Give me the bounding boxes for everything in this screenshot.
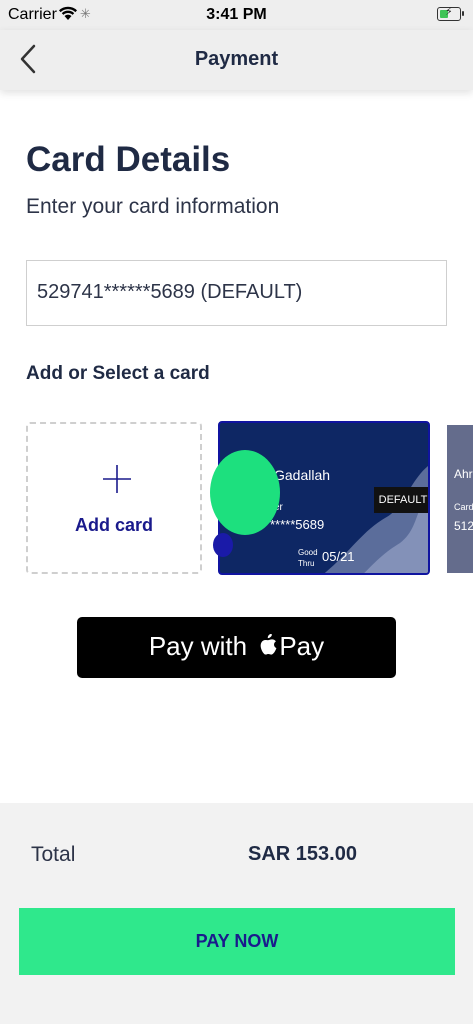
apple-pay-label-suffix: Pay — [279, 631, 325, 661]
status-bar: Carrier ✳ 3:41 PM ⚡ — [0, 0, 473, 30]
pay-now-button[interactable]: PAY NOW — [19, 908, 455, 975]
card-brand-circle — [210, 450, 280, 535]
add-card-label: Add card — [74, 515, 153, 535]
apple-logo-icon — [258, 633, 278, 665]
total-label: Total — [31, 843, 76, 866]
page-title: Payment — [194, 48, 279, 70]
cards-section-label: Add or Select a card — [26, 363, 210, 384]
card-details-subtitle: Enter your card information — [26, 195, 280, 218]
card-holder-name: Ahr — [454, 467, 473, 481]
status-time: 3:41 PM — [206, 6, 267, 23]
saved-card-second[interactable]: Ahr Card 512 — [447, 425, 473, 573]
add-card-button[interactable]: Add card — [26, 422, 202, 574]
card-details-heading: Card Details — [26, 140, 231, 179]
selected-card-field[interactable]: 529741******5689 (DEFAULT) — [26, 260, 447, 326]
card-number: *****5689 — [270, 517, 325, 532]
card-expiry: 05/21 — [322, 549, 355, 564]
selected-card-value: 529741******5689 (DEFAULT) — [37, 281, 303, 303]
plus-icon — [102, 464, 132, 494]
checkout-footer: Total SAR 153.00 PAY NOW — [0, 803, 473, 1024]
card-number: 512 — [454, 519, 473, 533]
total-amount: SAR 153.00 — [248, 843, 357, 865]
pay-now-label: PAY NOW — [195, 931, 279, 951]
card-holder-name: Gadallah — [274, 467, 331, 483]
apple-pay-label-prefix: Pay with — [148, 631, 248, 661]
card-indicator-dot — [213, 533, 233, 557]
navigation-bar: Payment — [0, 30, 473, 90]
default-badge: DEFAULT — [374, 487, 428, 513]
card-holder-label: Card — [454, 502, 473, 512]
battery-icon: ⚡ — [437, 6, 464, 21]
apple-pay-button[interactable]: Pay with Pay — [77, 617, 396, 678]
good-thru-label: Good Thru — [298, 548, 318, 568]
